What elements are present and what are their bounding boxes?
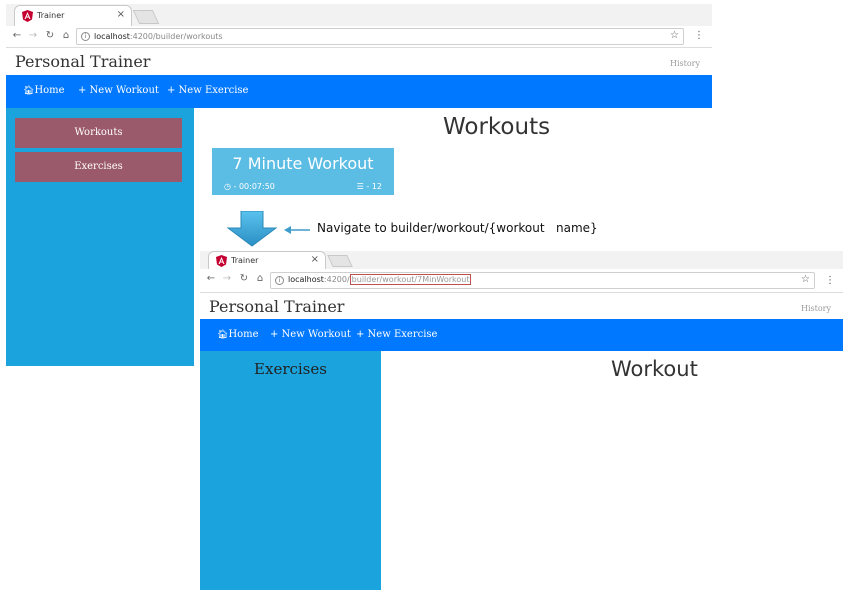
tab-strip: Trainer × [6, 4, 712, 26]
nav-new-workout[interactable]: + New Workout [78, 85, 159, 96]
address-bar[interactable]: i localhost:4200/builder/workout/7MinWor… [270, 272, 815, 289]
sidebar-item-exercises[interactable]: Exercises [15, 152, 182, 182]
address-bar[interactable]: i localhost:4200/builder/workouts ☆ [76, 28, 684, 45]
back-arrow-icon[interactable]: ← [10, 29, 24, 43]
new-tab-button[interactable] [132, 10, 160, 24]
browser-tab[interactable]: Trainer × [208, 251, 326, 269]
forward-arrow-icon[interactable]: → [220, 272, 234, 286]
workout-exercise-count: ☰︎ - 12 [356, 182, 382, 191]
sidebar: Workouts Exercises [6, 108, 194, 366]
nav-new-exercise[interactable]: + New Exercise [167, 85, 248, 96]
bookmark-star-icon[interactable]: ☆ [670, 30, 679, 41]
nav-home[interactable]: 🏠︎Home [23, 85, 65, 96]
main-nav: 🏠︎Home + New Workout + New Exercise [6, 75, 712, 108]
workout-tile-title: 7 Minute Workout [232, 154, 374, 173]
nav-new-exercise[interactable]: + New Exercise [356, 329, 437, 340]
workout-tile[interactable]: 7 Minute Workout ◷︎ - 00:07:50 ☰︎ - 12 [212, 148, 394, 195]
browser-tab[interactable]: Trainer × [14, 5, 132, 26]
back-arrow-icon[interactable]: ← [204, 272, 218, 286]
url-text: localhost:4200/builder/workouts [94, 32, 223, 41]
angular-icon [216, 255, 227, 267]
reload-icon[interactable]: ↻ [43, 29, 57, 43]
sidebar-heading: Exercises [254, 360, 327, 378]
angular-icon [22, 10, 33, 22]
tab-strip: Trainer × [200, 251, 843, 269]
app-header: Personal Trainer History [6, 49, 712, 75]
info-icon[interactable]: i [275, 276, 284, 285]
annotation-text: Navigate to builder/workout/{workout nam… [317, 221, 598, 235]
main-nav: 🏠︎Home + New Workout + New Exercise [200, 319, 843, 351]
home-icon: 🏠︎ [217, 330, 229, 340]
sidebar: Exercises [200, 351, 381, 590]
browser-toolbar: ← → ↻ ⌂ i localhost:4200/builder/workout… [6, 26, 712, 48]
brand-title[interactable]: Personal Trainer [209, 297, 344, 316]
menu-dots-icon[interactable]: ⋮ [694, 30, 704, 41]
page-title: Workout [611, 357, 698, 381]
page-title: Workouts [443, 114, 551, 140]
close-tab-icon[interactable]: × [117, 9, 125, 20]
info-icon[interactable]: i [81, 32, 90, 41]
home-icon: 🏠︎ [23, 86, 35, 96]
brand-title[interactable]: Personal Trainer [15, 52, 150, 71]
url-path-highlight: builder/workout/7MinWorkout [349, 274, 472, 285]
history-link[interactable]: History [801, 304, 831, 313]
tab-title: Trainer [37, 11, 65, 20]
bookmark-star-icon[interactable]: ☆ [801, 274, 810, 285]
tab-title: Trainer [231, 256, 259, 265]
left-arrow-icon [284, 226, 310, 234]
forward-arrow-icon[interactable]: → [26, 29, 40, 43]
clock-icon: ◷︎ [224, 182, 231, 191]
sidebar-item-workouts[interactable]: Workouts [15, 118, 182, 148]
nav-home[interactable]: 🏠︎Home [217, 329, 259, 340]
list-icon: ☰︎ [356, 182, 364, 191]
new-tab-button[interactable] [327, 255, 353, 267]
nav-new-workout[interactable]: + New Workout [270, 329, 351, 340]
menu-dots-icon[interactable]: ⋮ [825, 275, 835, 286]
app-header: Personal Trainer History [200, 294, 843, 319]
reload-icon[interactable]: ↻ [237, 272, 251, 286]
history-link[interactable]: History [670, 59, 700, 68]
workout-duration: ◷︎ - 00:07:50 [224, 182, 275, 191]
browser-window-workout-detail: Trainer × ← → ↻ ⌂ i localhost:4200/build… [200, 251, 843, 590]
url-text: localhost:4200/builder/workout/7MinWorko… [288, 274, 472, 285]
home-icon[interactable]: ⌂ [59, 29, 73, 43]
close-tab-icon[interactable]: × [311, 254, 319, 265]
browser-toolbar: ← → ↻ ⌂ i localhost:4200/builder/workout… [200, 269, 843, 293]
down-arrow-icon [227, 211, 277, 247]
home-icon[interactable]: ⌂ [253, 272, 267, 286]
